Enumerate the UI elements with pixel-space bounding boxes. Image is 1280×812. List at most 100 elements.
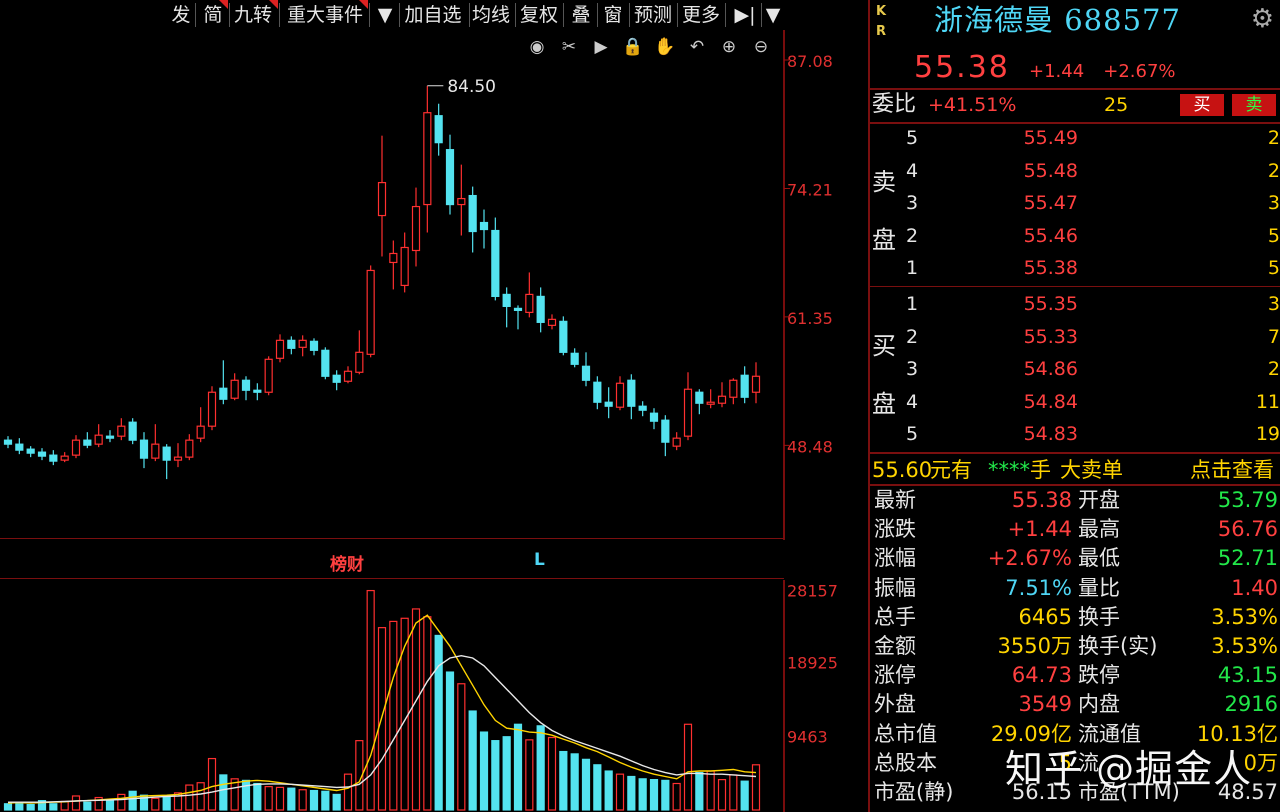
stat-label: 换手(实) xyxy=(1078,634,1158,658)
candle xyxy=(355,351,364,373)
stat-label: 总市值 xyxy=(874,721,937,746)
candle xyxy=(638,405,647,411)
volume-bar xyxy=(457,683,466,811)
volume-bar xyxy=(513,723,523,811)
order-level: 4 xyxy=(906,390,919,413)
order-book-row[interactable]: 4 55.48 2 xyxy=(870,155,1280,187)
order-volume: 5 xyxy=(1267,224,1280,247)
price-line: 55.38 +1.44 +2.67% xyxy=(914,50,1176,85)
order-book-row[interactable]: 4 54.84 11 xyxy=(870,386,1280,418)
candle xyxy=(423,112,432,206)
candle xyxy=(287,339,296,349)
toolbar-item-8[interactable]: 叠 xyxy=(566,0,596,30)
candle xyxy=(366,269,375,355)
candle xyxy=(593,381,602,403)
divider xyxy=(870,286,1280,287)
order-volume: 5 xyxy=(1267,257,1280,280)
candle xyxy=(26,448,35,454)
volume-bar xyxy=(196,782,205,811)
sell-button[interactable]: 卖 xyxy=(1232,94,1276,116)
candle xyxy=(173,456,183,461)
high-marker-label: 84.50 xyxy=(447,77,496,97)
event-labels: 榜财 L xyxy=(0,550,784,576)
volume-bar xyxy=(604,770,613,811)
order-level: 2 xyxy=(906,224,919,247)
order-book-row[interactable]: 2 55.46 5 xyxy=(870,220,1280,252)
big-order-unit: 手 xyxy=(1030,458,1051,482)
volume-bar xyxy=(717,779,727,811)
event-label[interactable]: L xyxy=(534,550,545,570)
candle xyxy=(321,349,330,377)
order-book-row[interactable]: 3 54.86 2 xyxy=(870,353,1280,385)
buy-button[interactable]: 买 xyxy=(1180,94,1224,116)
volume-bar xyxy=(468,710,477,811)
candle xyxy=(264,358,273,393)
stat-row: 金额 3550万 换手(实) 3.53% xyxy=(870,632,1280,661)
panel-divider-2 xyxy=(0,578,784,579)
toolbar-item-0[interactable]: 发 xyxy=(168,0,194,30)
order-book-row[interactable]: 5 55.49 2 xyxy=(870,122,1280,154)
candle xyxy=(219,387,228,400)
gear-icon[interactable]: ⚙ xyxy=(1251,4,1274,34)
toolbar-item-label: 加自选 xyxy=(404,4,462,26)
price-change-pct: +2.67% xyxy=(1103,61,1176,82)
big-order-row[interactable]: 55.60 元有 **** 手 大卖单 点击查看 xyxy=(870,456,1280,484)
event-label[interactable]: 榜财 xyxy=(330,550,364,575)
candle xyxy=(525,293,534,313)
candle xyxy=(468,194,477,233)
toolbar-item-9[interactable]: 窗 xyxy=(598,0,628,30)
price-tick-label: 48.48 xyxy=(787,437,833,456)
weicha-value: 25 xyxy=(1104,94,1129,116)
toolbar-item-5[interactable]: 加自选 xyxy=(398,0,468,30)
volume-bar xyxy=(695,771,704,811)
toolbar-item-2[interactable]: 九转 xyxy=(228,0,278,30)
stat-value: 6465 xyxy=(1018,604,1072,629)
candle xyxy=(105,435,115,439)
flag-marker xyxy=(269,0,278,9)
volume-chart[interactable]: 28157 18925 9463 xyxy=(0,580,868,812)
order-book-row[interactable]: 3 55.47 3 xyxy=(870,187,1280,219)
order-book-row[interactable]: 5 54.83 19 xyxy=(870,418,1280,450)
candle xyxy=(241,379,251,391)
volume-bar xyxy=(491,740,500,811)
toolbar-item-1[interactable]: 简 xyxy=(198,0,228,30)
toolbar-item-10[interactable]: 预测 xyxy=(630,0,676,30)
toolbar-item-11[interactable]: 更多 xyxy=(678,0,724,30)
candle xyxy=(615,382,625,408)
toolbar-item-6[interactable]: 均线 xyxy=(468,0,514,30)
stat-value: 2916 xyxy=(1224,692,1278,717)
candle xyxy=(661,419,670,443)
volume-bar xyxy=(389,620,398,811)
candle xyxy=(695,391,704,404)
stat-label: 总手 xyxy=(874,604,916,629)
candle xyxy=(559,320,568,353)
flag-marker xyxy=(359,0,368,9)
order-book-row[interactable]: 1 55.38 5 xyxy=(870,252,1280,284)
candle xyxy=(151,443,160,459)
toolbar-item-12[interactable]: ▶| xyxy=(730,0,760,30)
candle xyxy=(740,374,749,398)
order-book-row[interactable]: 1 55.35 3 xyxy=(870,288,1280,320)
toolbar-item-7[interactable]: 复权 xyxy=(516,0,562,30)
order-level: 5 xyxy=(906,423,919,446)
order-book-row[interactable]: 2 55.33 7 xyxy=(870,321,1280,353)
view-link[interactable]: 点击查看 xyxy=(1190,456,1274,484)
order-volume: 2 xyxy=(1267,358,1280,381)
toolbar-item-13[interactable]: ▼ xyxy=(760,0,786,30)
order-price: 55.49 xyxy=(1023,127,1078,149)
order-price: 54.83 xyxy=(1023,423,1078,446)
toolbar-item-4[interactable]: ▼ xyxy=(372,0,398,30)
toolbar-item-3[interactable]: 重大事件 xyxy=(282,0,368,30)
order-price: 55.38 xyxy=(1023,257,1078,280)
order-price: 55.35 xyxy=(1023,293,1078,315)
volume-bar xyxy=(479,731,489,811)
order-level: 2 xyxy=(906,325,919,348)
kr-label[interactable]: K R xyxy=(876,2,886,42)
stat-row: 振幅 7.51% 量比 1.40 xyxy=(870,574,1280,603)
candlestick-chart[interactable]: 87.08 74.21 61.35 48.48 84.50 xyxy=(0,30,868,570)
candle xyxy=(275,339,285,359)
stat-label: 开盘 xyxy=(1078,488,1120,512)
volume-bar xyxy=(547,736,557,811)
weibi-label: 委比 xyxy=(872,92,917,117)
stat-label: 市盈(静) xyxy=(874,780,954,804)
